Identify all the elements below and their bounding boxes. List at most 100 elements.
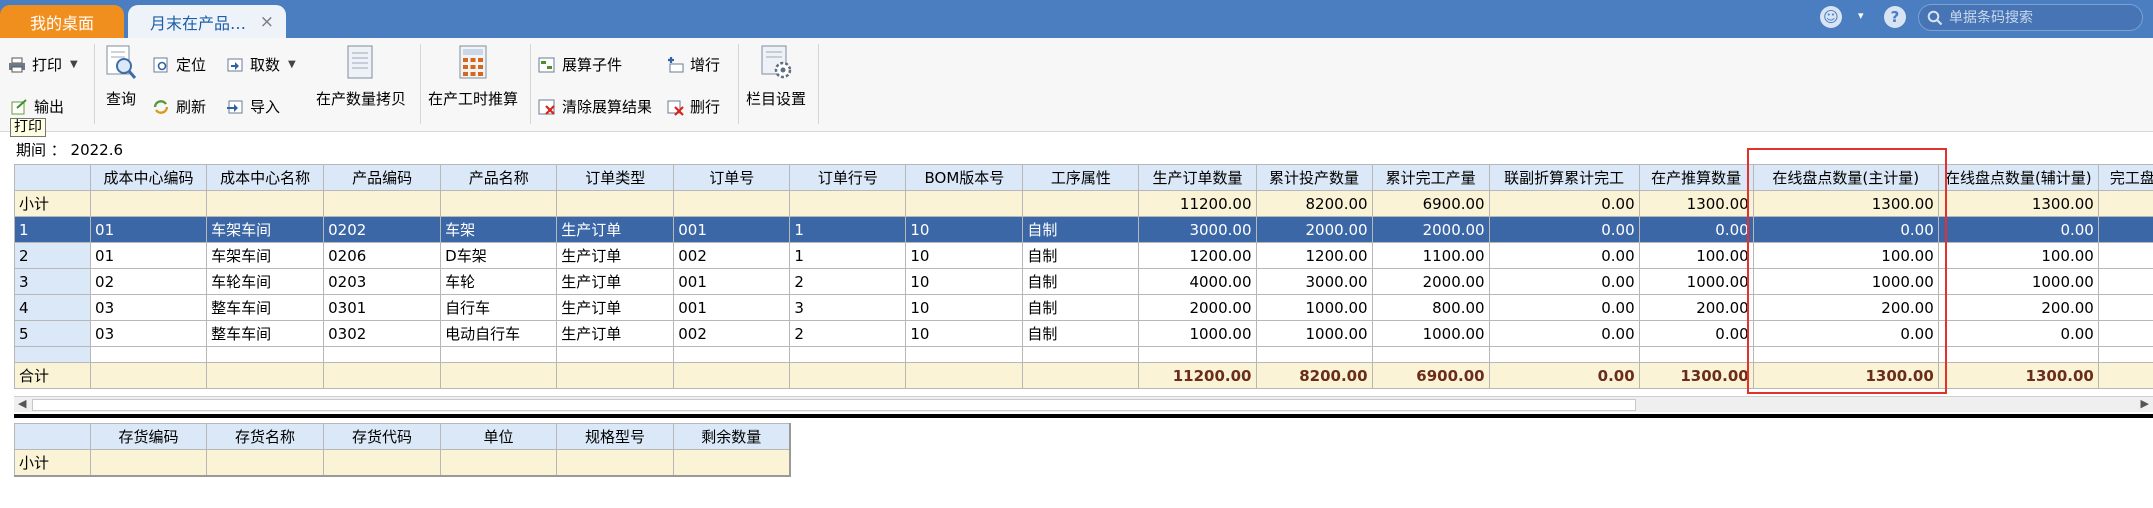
table-cell[interactable]: 0.00 [1638, 216, 1754, 243]
table-cell[interactable] [1255, 346, 1373, 363]
table-cell[interactable]: 0.00 [1488, 362, 1640, 389]
column-header[interactable]: 剩余数量 [673, 423, 790, 450]
table-cell[interactable]: 001 [673, 268, 791, 295]
table-cell[interactable]: 11200.00 [1138, 362, 1257, 389]
row-label[interactable]: 4 [13, 294, 92, 321]
table-cell[interactable]: 0.00 [1488, 320, 1640, 347]
table-cell[interactable]: 车轮 [440, 268, 558, 295]
table-cell[interactable] [440, 449, 557, 476]
table-cell[interactable]: 0.00 [1488, 216, 1640, 243]
column-header[interactable]: 成本中心编码 [90, 164, 208, 191]
close-tab-icon[interactable]: × [260, 12, 274, 32]
horizontal-scrollbar[interactable]: ◀ ▶ [14, 396, 2153, 412]
table-cell[interactable] [556, 362, 675, 389]
table-cell[interactable]: 1000.00 [1255, 320, 1373, 347]
table-cell[interactable]: 1200.00 [1255, 242, 1373, 269]
table-cell[interactable] [1138, 346, 1257, 363]
add-row-button[interactable]: 增行 [666, 54, 720, 75]
table-cell[interactable] [206, 190, 325, 217]
export-button[interactable]: 输出 [10, 96, 64, 117]
print-button[interactable]: 打印 ▼ [8, 54, 78, 75]
tab-month-end-wip[interactable]: 月末在产品… × [128, 5, 286, 38]
table-cell[interactable]: 03 [90, 320, 208, 347]
table-cell[interactable] [323, 449, 441, 476]
column-header[interactable]: 存货名称 [206, 423, 324, 450]
table-cell[interactable]: 0301 [323, 294, 442, 321]
table-cell[interactable]: 1000.00 [1138, 320, 1257, 347]
table-cell[interactable]: 100.00 [1638, 242, 1754, 269]
table-cell[interactable] [206, 346, 325, 363]
table-cell[interactable]: 自制 [1022, 294, 1140, 321]
table-cell[interactable]: 0302 [323, 320, 442, 347]
table-cell[interactable] [90, 346, 208, 363]
expand-child-button[interactable]: 展算子件 [538, 54, 622, 75]
table-cell[interactable]: 002 [673, 320, 791, 347]
scroll-right-icon[interactable]: ▶ [2141, 397, 2149, 410]
table-cell[interactable]: 10 [905, 320, 1024, 347]
smiley-icon[interactable]: ☺ [1820, 6, 1842, 28]
row-label[interactable]: 小计 [14, 449, 91, 476]
table-cell[interactable]: 10 [905, 268, 1024, 295]
column-header[interactable]: 规格型号 [556, 423, 674, 450]
table-cell[interactable]: 10 [905, 294, 1024, 321]
table-cell[interactable]: 生产订单 [556, 242, 675, 269]
locate-button[interactable]: 定位 [152, 54, 206, 75]
table-cell[interactable]: 整车车间 [206, 294, 325, 321]
table-cell[interactable]: 1100.00 [1371, 242, 1490, 269]
table-cell[interactable]: 1 [789, 216, 907, 243]
scrollbar-thumb[interactable] [32, 399, 1636, 411]
table-cell[interactable]: 0206 [323, 242, 442, 269]
table-cell[interactable] [206, 362, 325, 389]
table-cell[interactable] [2097, 242, 2153, 269]
table-cell[interactable] [2097, 320, 2153, 347]
column-header[interactable]: 存货编码 [90, 423, 207, 450]
table-cell[interactable] [323, 190, 442, 217]
table-cell[interactable] [440, 362, 558, 389]
table-cell[interactable]: 10 [905, 242, 1024, 269]
table-cell[interactable] [905, 190, 1024, 217]
table-cell[interactable] [2097, 268, 2153, 295]
table-cell[interactable] [2097, 346, 2153, 363]
column-header[interactable]: 联副折算累计完工 [1488, 164, 1640, 191]
table-cell[interactable] [556, 449, 674, 476]
column-header[interactable]: 在线盘点数量(辅计量) [1937, 164, 2099, 191]
table-cell[interactable] [1022, 190, 1140, 217]
table-cell[interactable]: 3 [789, 294, 907, 321]
table-cell[interactable]: 001 [673, 216, 791, 243]
table-cell[interactable]: 6900.00 [1371, 362, 1490, 389]
column-header[interactable]: 累计完工产量 [1371, 164, 1490, 191]
table-cell[interactable]: 0202 [323, 216, 442, 243]
panel-splitter[interactable] [14, 414, 2153, 418]
table-cell[interactable]: 生产订单 [556, 268, 675, 295]
table-cell[interactable]: 0.00 [1937, 216, 2099, 243]
table-cell[interactable]: 1300.00 [1937, 190, 2099, 217]
column-header[interactable]: 产品编码 [323, 164, 442, 191]
table-cell[interactable] [90, 362, 208, 389]
column-header[interactable]: 成本中心名称 [206, 164, 325, 191]
table-cell[interactable]: 2000.00 [1255, 216, 1373, 243]
table-cell[interactable]: 0.00 [1488, 242, 1640, 269]
table-cell[interactable]: 0.00 [1488, 294, 1640, 321]
table-cell[interactable]: 3000.00 [1138, 216, 1257, 243]
table-cell[interactable]: 自制 [1022, 242, 1140, 269]
column-header[interactable] [13, 164, 92, 191]
table-cell[interactable]: 8200.00 [1255, 362, 1373, 389]
table-cell[interactable]: D车架 [440, 242, 558, 269]
table-cell[interactable]: 2 [789, 268, 907, 295]
table-cell[interactable]: 3000.00 [1255, 268, 1373, 295]
table-cell[interactable]: 1000.00 [1371, 320, 1490, 347]
row-label[interactable]: 2 [13, 242, 92, 269]
table-cell[interactable] [673, 362, 791, 389]
column-header[interactable]: 工序属性 [1022, 164, 1140, 191]
table-cell[interactable]: 01 [90, 242, 208, 269]
table-cell[interactable] [1638, 346, 1754, 363]
table-cell[interactable] [440, 346, 558, 363]
column-header[interactable]: 存货代码 [323, 423, 441, 450]
column-header[interactable]: BOM版本号 [905, 164, 1024, 191]
table-cell[interactable] [323, 362, 442, 389]
table-cell[interactable]: 8200.00 [1255, 190, 1373, 217]
table-cell[interactable]: 03 [90, 294, 208, 321]
table-cell[interactable]: 6900.00 [1371, 190, 1490, 217]
table-cell[interactable] [673, 449, 790, 476]
table-cell[interactable]: 0203 [323, 268, 442, 295]
